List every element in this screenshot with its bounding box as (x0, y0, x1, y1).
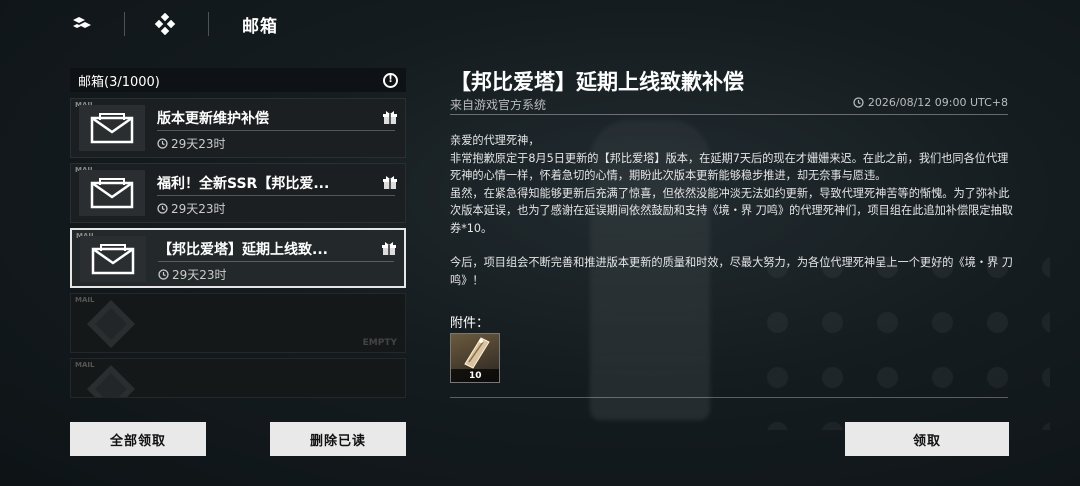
mail-expiry: 29天23时 (158, 266, 227, 283)
placeholder-icon (87, 365, 135, 397)
mail-date: 2026/08/12 09:00 UTC+8 (853, 96, 1008, 109)
mail-title: 版本更新维护补偿 (157, 111, 269, 127)
mailbox-header: 邮箱(3/1000) ! (70, 68, 406, 92)
ticket-icon (464, 337, 490, 369)
clock-icon (157, 203, 168, 214)
envelope-icon (80, 236, 146, 282)
clock-icon (157, 138, 168, 149)
mail-item[interactable]: MAIL 福利！全新SSR【邦比爱... 29天23时 (70, 163, 406, 223)
empty-mail-slot: MAIL EMPTY (70, 293, 406, 353)
clock-icon (853, 97, 864, 108)
diamond-menu-icon[interactable] (153, 12, 177, 36)
info-icon[interactable]: ! (383, 72, 398, 88)
mail-title: 【邦比爱塔】延期上线致... (158, 242, 328, 258)
mail-item-selected[interactable]: MAIL 【邦比爱塔】延期上线致... 29天23时 (70, 228, 406, 288)
top-bar: 邮箱 (0, 0, 1080, 48)
mail-item[interactable]: MAIL 版本更新维护补偿 29天23时 (70, 98, 406, 158)
mail-body: 亲爱的代理死神， 非常抱歉原定于8月5日更新的【邦比爱塔】版本，在延期7天后的现… (450, 134, 1013, 287)
mail-title: 福利！全新SSR【邦比爱... (157, 176, 330, 192)
mailbox-count: 邮箱(3/1000) (78, 74, 160, 90)
gift-icon (382, 241, 396, 255)
shuffle-icon[interactable] (70, 12, 94, 36)
empty-mail-slot: MAIL (70, 358, 406, 398)
placeholder-icon (87, 300, 135, 348)
mail-detail-title: 【邦比爱塔】延期上线致歉补偿 (450, 70, 744, 94)
clock-icon (158, 269, 169, 280)
attachment-count: 10 (451, 369, 499, 382)
empty-label: EMPTY (362, 338, 397, 348)
gift-icon (383, 110, 397, 124)
delete-read-button[interactable]: 删除已读 (270, 422, 406, 456)
mail-expiry: 29天23时 (157, 200, 226, 217)
envelope-icon (79, 105, 145, 151)
gift-icon (383, 175, 397, 189)
page-title: 邮箱 (242, 17, 278, 37)
claim-all-button[interactable]: 全部领取 (70, 422, 206, 456)
envelope-icon (79, 170, 145, 216)
mail-sender: 来自游戏官方系统 (450, 98, 547, 112)
attachments-label: 附件： (450, 316, 490, 331)
attachment-item[interactable]: 10 (450, 333, 500, 383)
claim-button[interactable]: 领取 (845, 422, 1009, 456)
mail-expiry: 29天23时 (157, 135, 226, 152)
